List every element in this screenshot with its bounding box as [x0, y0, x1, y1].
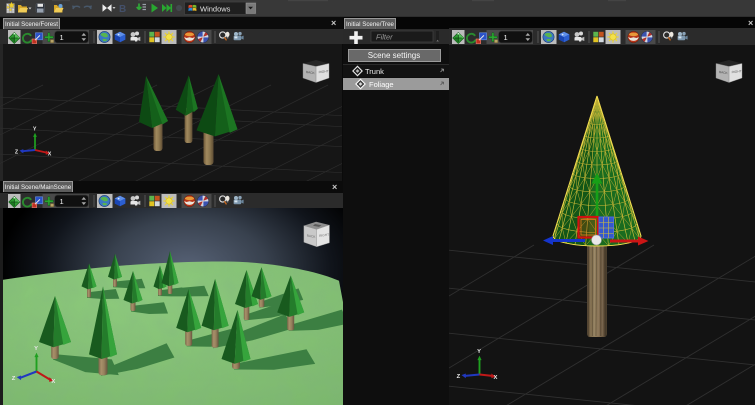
- svg-text:Y: Y: [34, 346, 38, 352]
- svg-text:X: X: [51, 379, 55, 385]
- svg-text:Windows: Windows: [200, 4, 231, 13]
- svg-text:Foliage: Foliage: [369, 80, 394, 89]
- svg-text:Filter: Filter: [376, 33, 393, 42]
- svg-text:B: B: [119, 4, 126, 15]
- svg-text:1: 1: [60, 33, 64, 42]
- svg-text:X: X: [493, 375, 497, 381]
- svg-text:1: 1: [60, 197, 64, 206]
- svg-text:1: 1: [504, 33, 508, 42]
- svg-text:Z: Z: [457, 374, 461, 380]
- svg-text:Y: Y: [477, 349, 481, 355]
- svg-text:Z: Z: [12, 376, 16, 382]
- svg-text:Y: Y: [33, 126, 37, 132]
- svg-text:Trunk: Trunk: [365, 67, 384, 76]
- svg-text:X: X: [48, 151, 52, 157]
